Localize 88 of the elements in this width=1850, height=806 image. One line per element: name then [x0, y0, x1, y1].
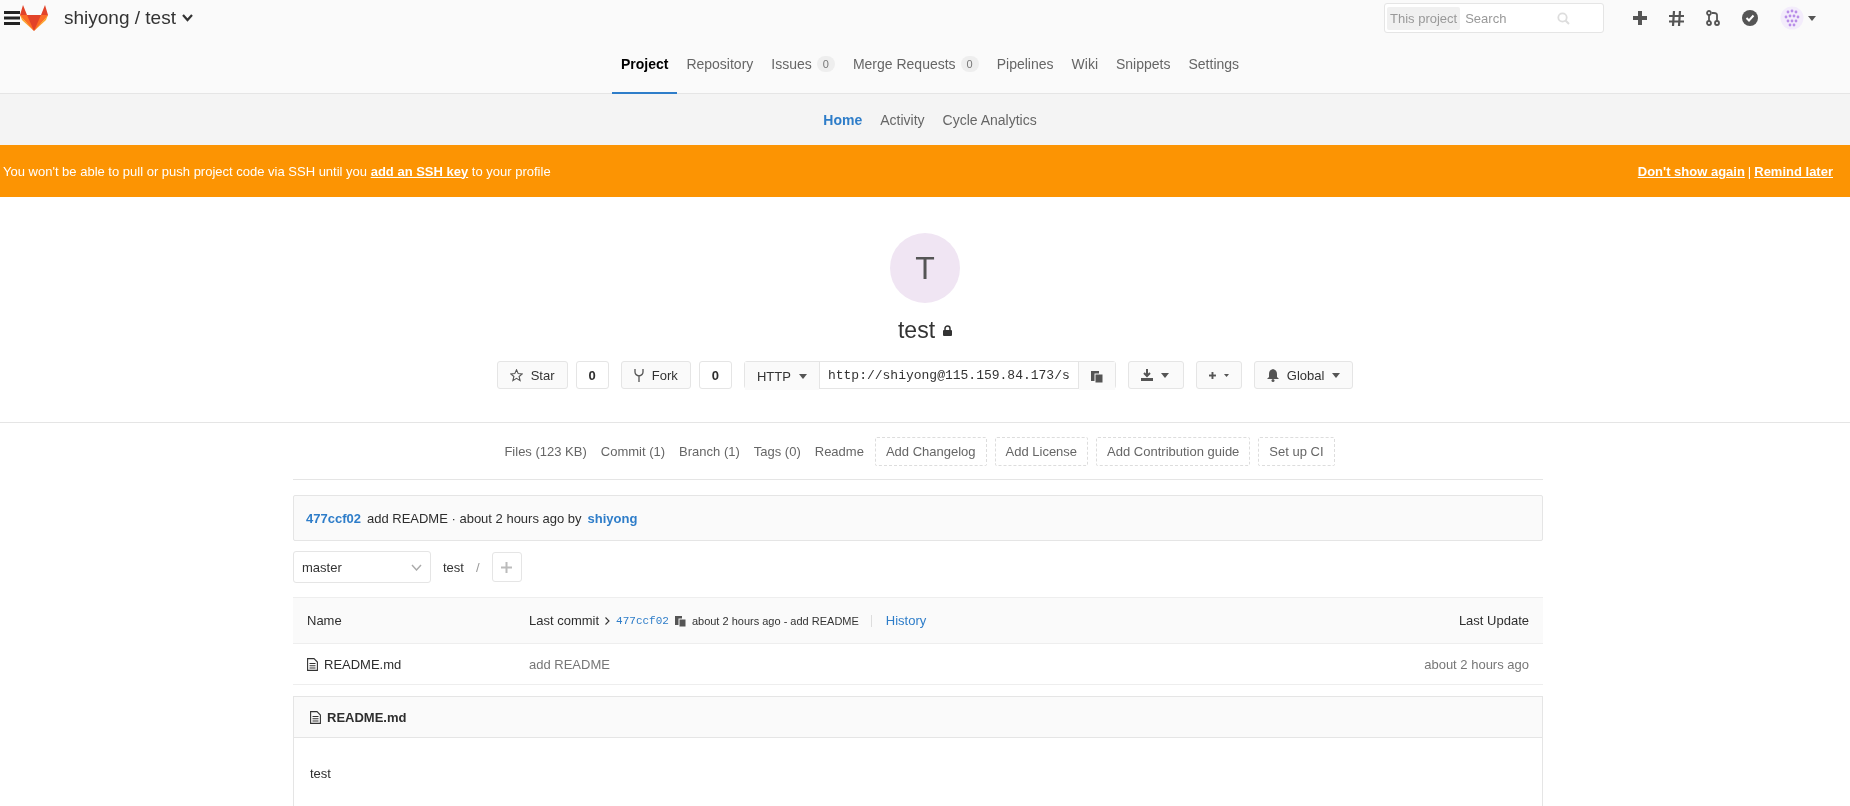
- stats-link[interactable]: Commit (1): [597, 437, 669, 465]
- add-file-link[interactable]: Set up CI: [1258, 436, 1335, 466]
- clipboard-icon: [1090, 369, 1103, 383]
- tab-label: Project: [620, 56, 669, 72]
- notification-dropdown[interactable]: Global: [1253, 361, 1354, 389]
- stats-link[interactable]: Tags (0): [750, 437, 804, 465]
- count-badge: 0: [698, 361, 732, 389]
- plus-icon: [501, 561, 513, 573]
- caret-icon: [798, 373, 807, 379]
- tab-label: Merge Requests: [852, 56, 956, 72]
- tab-label: Pipelines: [996, 56, 1054, 72]
- column-header: Name: [307, 613, 343, 628]
- breadcrumb-link[interactable]: test: [443, 559, 464, 575]
- count-badge: 0: [960, 56, 979, 72]
- add-file-link[interactable]: Add Changelog: [874, 436, 987, 466]
- check-circle-icon[interactable]: [1742, 10, 1758, 26]
- commit-sha-link[interactable]: 477ccf02: [306, 510, 361, 526]
- chevron-down-icon: [411, 563, 422, 571]
- last-update-text: about 2 hours ago: [1424, 656, 1529, 672]
- tab-label: Repository: [686, 56, 754, 72]
- project-path-dropdown[interactable]: shiyong / test: [64, 7, 193, 29]
- merge-request-icon[interactable]: [1706, 10, 1720, 26]
- commit-summary: add README · about 2 hours ago by: [366, 510, 582, 526]
- fork-icon: [633, 368, 644, 382]
- project-avatar: T: [890, 233, 960, 303]
- protocol-dropdown[interactable]: HTTP: [744, 362, 819, 390]
- tab-label: Snippets: [1116, 56, 1171, 72]
- fox-logo-icon[interactable]: [20, 5, 48, 31]
- readme-title: README.md: [327, 709, 407, 725]
- subnav-tab[interactable]: Activity: [880, 111, 925, 128]
- nav-tab[interactable]: Pipelines: [987, 36, 1063, 94]
- stats-link[interactable]: Branch (1): [676, 437, 743, 465]
- search-icon: [1557, 11, 1571, 25]
- file-icon: [307, 657, 318, 671]
- stats-link[interactable]: Readme: [811, 437, 867, 465]
- tab-label: Settings: [1188, 56, 1240, 72]
- nav-tab[interactable]: Snippets: [1107, 36, 1180, 94]
- history-link[interactable]: History: [885, 613, 927, 628]
- chevron-down-icon: [181, 14, 193, 22]
- search-scope-label: This project: [1387, 6, 1461, 30]
- fork-button[interactable]: Fork: [620, 361, 691, 389]
- plus-icon: [1208, 369, 1216, 381]
- lock-icon: [943, 325, 953, 336]
- file-icon: [310, 710, 321, 724]
- count-badge: 0: [816, 56, 835, 72]
- separator: |: [1747, 163, 1752, 179]
- readme-body: test: [310, 766, 332, 781]
- commit-summary: about 2 hours ago - add README: [691, 614, 872, 627]
- plus-icon[interactable]: [1633, 11, 1647, 25]
- chevron-right-icon: [605, 616, 611, 625]
- project-title: test: [897, 317, 936, 344]
- add-file-link[interactable]: Add License: [994, 436, 1089, 466]
- column-header: Last Update: [1458, 613, 1529, 628]
- star-button[interactable]: Star: [496, 361, 568, 389]
- subnav-tab[interactable]: Cycle Analytics: [942, 111, 1037, 128]
- nav-tab[interactable]: Issues 0: [762, 36, 844, 94]
- nav-tab[interactable]: Merge Requests 0: [843, 36, 988, 94]
- author-link[interactable]: shiyong: [587, 510, 638, 526]
- nav-tab[interactable]: Settings: [1179, 36, 1249, 94]
- ssh-warning-message: You won't be able to pull or push project code via SSH until you add an SSH key to your profile: [3, 163, 551, 179]
- caret-icon: [1332, 372, 1341, 378]
- search-field[interactable]: Search: [1463, 9, 1558, 27]
- stats-link[interactable]: Files (123 KB): [501, 437, 590, 465]
- subnav-tab[interactable]: Home: [823, 111, 863, 128]
- download-icon: [1140, 369, 1153, 381]
- commit-message: add README: [529, 656, 610, 672]
- commit-sha-link[interactable]: 477ccf02: [616, 614, 669, 627]
- bell-icon: [1266, 368, 1279, 382]
- tab-label: Issues: [771, 56, 812, 72]
- clipboard-icon[interactable]: [674, 614, 686, 627]
- breadcrumb-separator: /: [475, 559, 480, 575]
- caret-icon: [1808, 15, 1816, 21]
- count-badge: 0: [575, 361, 609, 389]
- hash-icon[interactable]: [1669, 10, 1684, 26]
- caret-icon: [1160, 372, 1169, 378]
- clone-url-field[interactable]: http://shiyong@115.159.84.173/s: [818, 362, 1079, 388]
- menu-icon[interactable]: [4, 11, 20, 25]
- tab-label: Wiki: [1071, 56, 1098, 72]
- column-header: Last commit: [529, 613, 600, 628]
- branch-dropdown[interactable]: master: [293, 551, 431, 583]
- caret-icon: [1223, 372, 1229, 378]
- star-icon: [509, 368, 523, 382]
- add-file-link[interactable]: Add Contribution guide: [1096, 436, 1251, 466]
- copy-button[interactable]: [1078, 362, 1115, 390]
- file-link[interactable]: README.md: [307, 656, 529, 672]
- download-dropdown[interactable]: [1127, 361, 1184, 389]
- nav-tab[interactable]: Wiki: [1062, 36, 1107, 94]
- nav-tab[interactable]: Repository: [677, 36, 763, 94]
